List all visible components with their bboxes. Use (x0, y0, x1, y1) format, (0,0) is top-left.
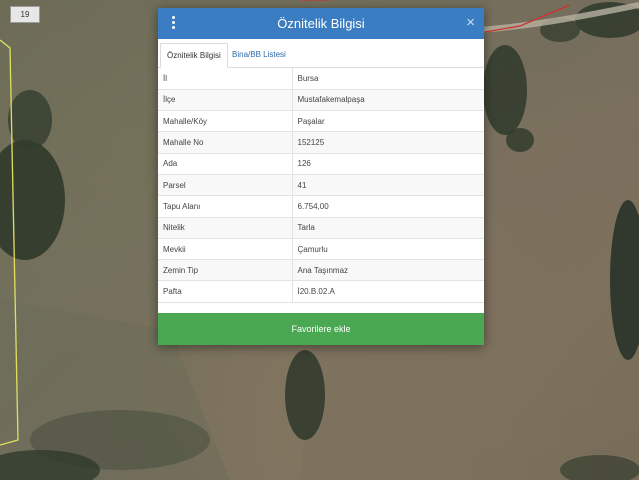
table-row: Nitelik Tarla (158, 217, 484, 239)
close-icon[interactable]: × (466, 15, 475, 31)
attribute-key: Ada (158, 153, 293, 175)
dialog-tabs: Öznitelik Bilgisi Bina/BB Listesi (158, 39, 484, 68)
attribute-value: 152125 (292, 131, 484, 154)
add-to-favorites-button[interactable]: Favorilere ekle (158, 313, 484, 345)
dialog-header: Öznitelik Bilgisi × (158, 8, 484, 39)
attribute-value: Bursa (292, 68, 484, 90)
table-row: Tapu Alanı 6.754,00 (158, 195, 484, 218)
table-row: Mevkii Çamurlu (158, 238, 484, 261)
attribute-key: İl (158, 68, 293, 90)
attribute-key: Zemin Tip (158, 259, 293, 282)
map-grid-label: 19 (10, 6, 40, 23)
table-row: Mahalle/Köy Paşalar (158, 110, 484, 133)
table-row: İlçe Mustafakemalpaşa (158, 89, 484, 112)
attribute-info-dialog: Öznitelik Bilgisi × Öznitelik Bilgisi Bi… (158, 8, 484, 345)
attribute-key: Parsel (158, 174, 293, 197)
attribute-key: Mahalle No (158, 131, 293, 154)
table-row: Pafta İ20.B.02.A (158, 280, 484, 303)
attribute-value: 126 (292, 153, 484, 175)
table-row: Parsel 41 (158, 174, 484, 197)
attribute-value: Paşalar (292, 110, 484, 133)
attribute-value: İ20.B.02.A (292, 280, 484, 303)
tab-building-list[interactable]: Bina/BB Listesi (226, 43, 292, 67)
attribute-table: İl Bursa İlçe Mustafakemalpaşa Mahalle/Köy… (158, 68, 484, 303)
tab-attribute-info[interactable]: Öznitelik Bilgisi (160, 43, 228, 68)
attribute-value: Çamurlu (292, 238, 484, 261)
dialog-title: Öznitelik Bilgisi (277, 16, 365, 31)
table-row: Zemin Tip Ana Taşınmaz (158, 259, 484, 282)
attribute-value: 6.754,00 (292, 195, 484, 218)
attribute-key: Tapu Alanı (158, 195, 293, 218)
table-row: Mahalle No 152125 (158, 131, 484, 154)
attribute-key: Pafta (158, 280, 293, 303)
attribute-value: 41 (292, 174, 484, 197)
table-row: Ada 126 (158, 153, 484, 175)
table-row: İl Bursa (158, 68, 484, 90)
attribute-value: Mustafakemalpaşa (292, 89, 484, 112)
attribute-key: Nitelik (158, 217, 293, 239)
attribute-key: Mahalle/Köy (158, 110, 293, 133)
attribute-key: Mevkii (158, 238, 293, 261)
attribute-value: Tarla (292, 217, 484, 239)
attribute-value: Ana Taşınmaz (292, 259, 484, 282)
attribute-key: İlçe (158, 89, 293, 112)
